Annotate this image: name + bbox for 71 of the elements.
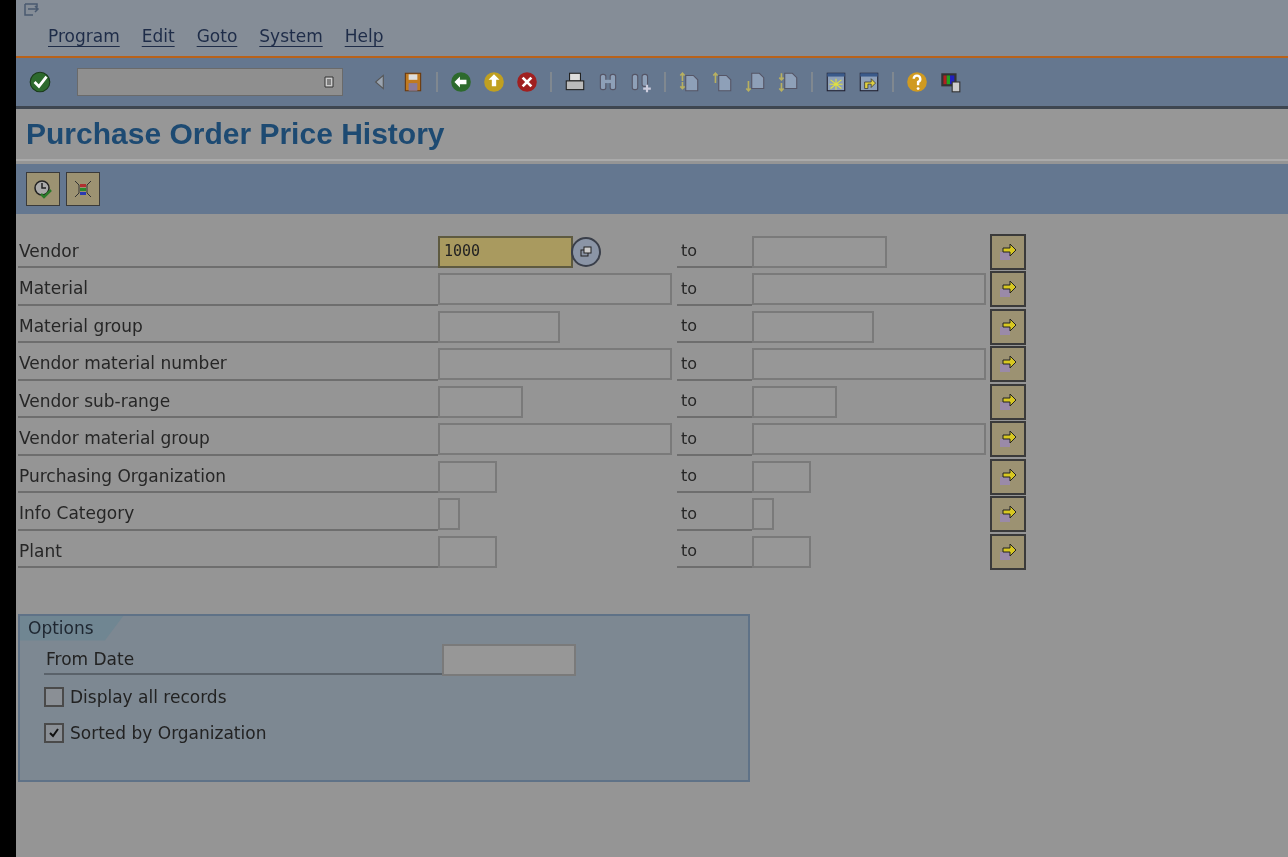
- input-field[interactable]: [438, 385, 523, 418]
- input-field[interactable]: [438, 460, 497, 493]
- command-field[interactable]: [77, 68, 343, 96]
- checkmark-icon: [48, 726, 60, 739]
- windows-icon: [579, 244, 593, 259]
- field-label: From Date: [44, 644, 442, 675]
- back-icon[interactable]: [449, 70, 473, 94]
- checkbox[interactable]: [44, 686, 64, 707]
- clock-check-icon: [32, 178, 54, 200]
- field-label: Material: [18, 272, 438, 306]
- checkbox-label: Sorted by Organization: [70, 722, 267, 743]
- input-field[interactable]: [752, 535, 811, 568]
- first-page-icon[interactable]: [677, 70, 701, 94]
- value-help-button[interactable]: [571, 236, 601, 267]
- input-field[interactable]: [752, 423, 986, 456]
- input-field[interactable]: [752, 385, 837, 418]
- checkbox-label: Display all records: [70, 686, 227, 707]
- input-field[interactable]: [438, 348, 672, 381]
- input-field[interactable]: [442, 643, 576, 676]
- menu-item[interactable]: Goto: [196, 26, 238, 46]
- input-field[interactable]: [438, 273, 672, 306]
- menu-icon[interactable]: [24, 3, 40, 17]
- multiple-selection-button[interactable]: [990, 421, 1026, 458]
- field-label: Vendor: [18, 235, 438, 269]
- multiple-selection-button[interactable]: [990, 308, 1026, 345]
- input-field[interactable]: [752, 273, 986, 306]
- field-label: Vendor material number: [18, 347, 438, 381]
- previous-page-icon[interactable]: [710, 70, 734, 94]
- multiple-selection-button[interactable]: [990, 496, 1026, 533]
- multiple-selection-button[interactable]: [990, 458, 1026, 495]
- field-label: Purchasing Organization: [18, 460, 438, 494]
- checkbox[interactable]: [44, 722, 64, 743]
- shortcut-icon[interactable]: [857, 70, 881, 94]
- history-icon[interactable]: [324, 76, 334, 88]
- next-page-icon[interactable]: [743, 70, 767, 94]
- input-field[interactable]: 1000: [438, 235, 573, 268]
- monitor-icon[interactable]: [938, 70, 962, 94]
- cancel-icon[interactable]: [515, 70, 539, 94]
- execute-button[interactable]: [26, 172, 60, 206]
- menu-item[interactable]: System: [259, 26, 323, 46]
- input-field[interactable]: [752, 235, 887, 268]
- field-label: Material group: [18, 310, 438, 344]
- exit-icon[interactable]: [482, 70, 506, 94]
- menu-item[interactable]: Program: [48, 26, 120, 46]
- color-bars-icon: [72, 178, 94, 200]
- field-label: Info Category: [18, 497, 438, 531]
- input-field[interactable]: [438, 310, 560, 343]
- input-field[interactable]: [752, 460, 811, 493]
- new-window-icon[interactable]: [824, 70, 848, 94]
- group-title: Options: [28, 617, 94, 638]
- input-field[interactable]: [438, 423, 672, 456]
- field-label: Plant: [18, 535, 438, 569]
- multiple-selection-button[interactable]: [990, 533, 1026, 570]
- multiple-selection-button[interactable]: [990, 271, 1026, 308]
- enter-icon[interactable]: [28, 70, 52, 94]
- input-field[interactable]: [438, 535, 497, 568]
- multiple-selection-button[interactable]: [990, 233, 1026, 270]
- input-field[interactable]: [438, 498, 460, 531]
- field-label: Vendor material group: [18, 422, 438, 456]
- menu-item[interactable]: Edit: [141, 26, 175, 46]
- input-field[interactable]: [752, 498, 774, 531]
- variant-button[interactable]: [66, 172, 100, 206]
- multiple-selection-button[interactable]: [990, 346, 1026, 383]
- input-field[interactable]: [752, 348, 986, 381]
- help-icon[interactable]: [905, 70, 929, 94]
- screen-title: Purchase Order Price History: [26, 117, 445, 151]
- menu-item[interactable]: Help: [344, 26, 384, 46]
- last-page-icon[interactable]: [776, 70, 800, 94]
- multiple-selection-button[interactable]: [990, 383, 1026, 420]
- field-label: Vendor sub-range: [18, 385, 438, 419]
- input-field[interactable]: [752, 310, 874, 343]
